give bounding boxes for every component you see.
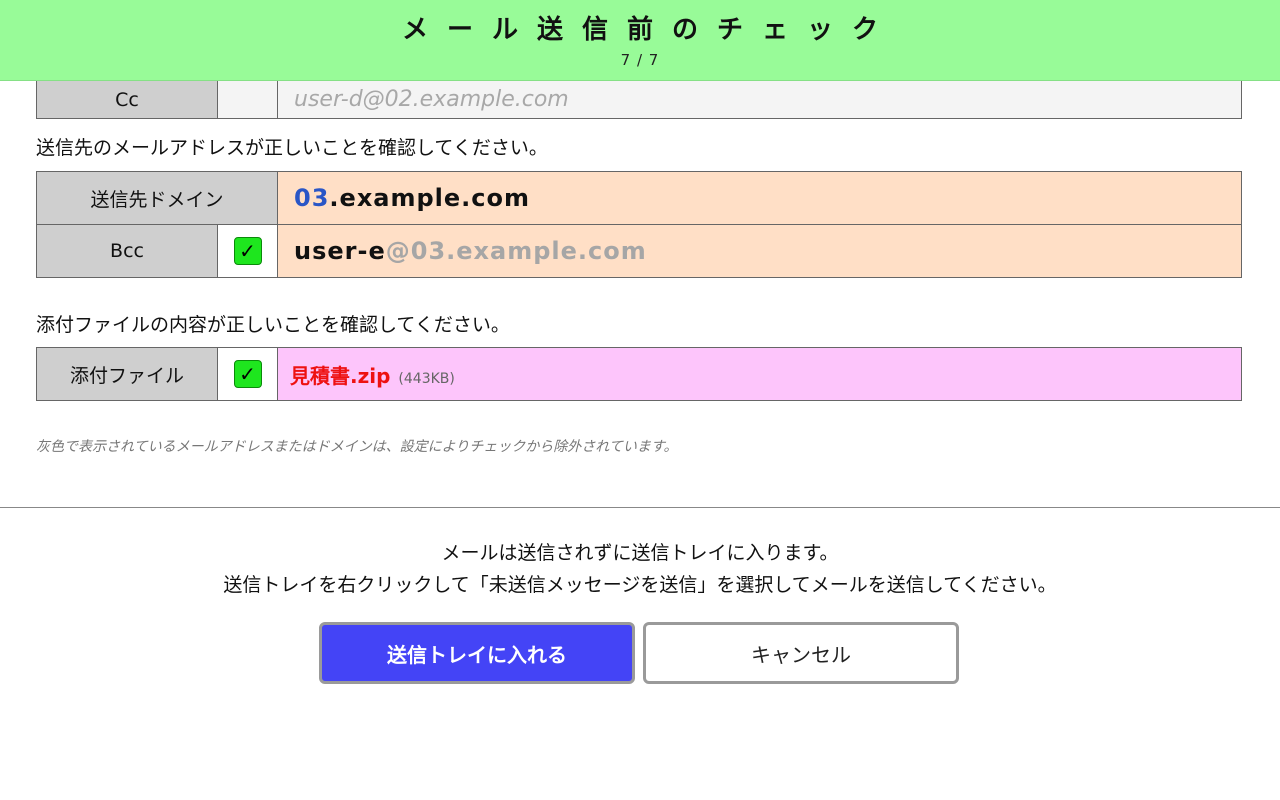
domain-value: 03.example.com <box>277 171 1242 225</box>
attachment-file-name: 見積書.zip <box>290 363 391 388</box>
dialog-title: メール送信前のチェック <box>401 15 897 45</box>
domain-label: 送信先ドメイン <box>35 171 279 225</box>
bcc-checkbox[interactable]: ✓ <box>233 237 262 265</box>
section-divider <box>0 507 1280 508</box>
cc-row: Cc user-d@02.example.com <box>36 80 1242 119</box>
attachment-checkbox-cell: ✓ <box>217 347 278 401</box>
page-indicator: 7 / 7 <box>620 51 660 69</box>
destination-table: 送信先ドメイン 03.example.com Bcc ✓ user-e@03.e… <box>35 171 1242 278</box>
domain-rest: .example.com <box>329 184 531 212</box>
attachment-row: 添付ファイル ✓ 見積書.zip (443KB) <box>36 347 1242 401</box>
bcc-label: Bcc <box>36 224 218 278</box>
attachment-table: 添付ファイル ✓ 見積書.zip (443KB) <box>36 347 1242 401</box>
cc-label: Cc <box>36 80 218 119</box>
recipients-notice: 送信先のメールアドレスが正しいことを確認してください。 <box>36 137 548 159</box>
cancel-button[interactable]: キャンセル <box>643 622 959 684</box>
check-mark-icon: ✓ <box>239 362 256 386</box>
bcc-row: Bcc ✓ user-e@03.example.com <box>36 224 1242 278</box>
dialog-header: メール送信前のチェック 7 / 7 <box>0 0 1280 81</box>
attachment-notice: 添付ファイルの内容が正しいことを確認してください。 <box>36 314 510 336</box>
attachment-file-size: (443KB) <box>398 370 455 387</box>
bcc-address: user-e@03.example.com <box>277 224 1242 278</box>
attachment-value: 見積書.zip (443KB) <box>277 347 1242 401</box>
bcc-domain: @03.example.com <box>385 237 647 265</box>
info-line-2: 送信トレイを右クリックして「未送信メッセージを送信」を選択してメールを送信してく… <box>223 574 1057 596</box>
info-line-1: メールは送信されずに送信トレイに入ります。 <box>441 542 839 564</box>
bcc-user: user-e <box>294 237 386 265</box>
send-to-outbox-button[interactable]: 送信トレイに入れる <box>319 622 635 684</box>
domain-highlight: 03 <box>294 184 330 212</box>
attachment-label: 添付ファイル <box>36 347 218 401</box>
cc-table: Cc user-d@02.example.com <box>36 80 1242 119</box>
check-mark-icon: ✓ <box>239 239 256 263</box>
attachment-checkbox[interactable]: ✓ <box>233 360 262 388</box>
cc-address: user-d@02.example.com <box>277 80 1242 119</box>
cc-checkbox-cell <box>217 80 278 119</box>
bcc-checkbox-cell: ✓ <box>216 224 279 278</box>
domain-row: 送信先ドメイン 03.example.com <box>35 171 1242 225</box>
exclusion-footnote: 灰色で表示されているメールアドレスまたはドメインは、設定によりチェックから除外さ… <box>36 439 678 455</box>
